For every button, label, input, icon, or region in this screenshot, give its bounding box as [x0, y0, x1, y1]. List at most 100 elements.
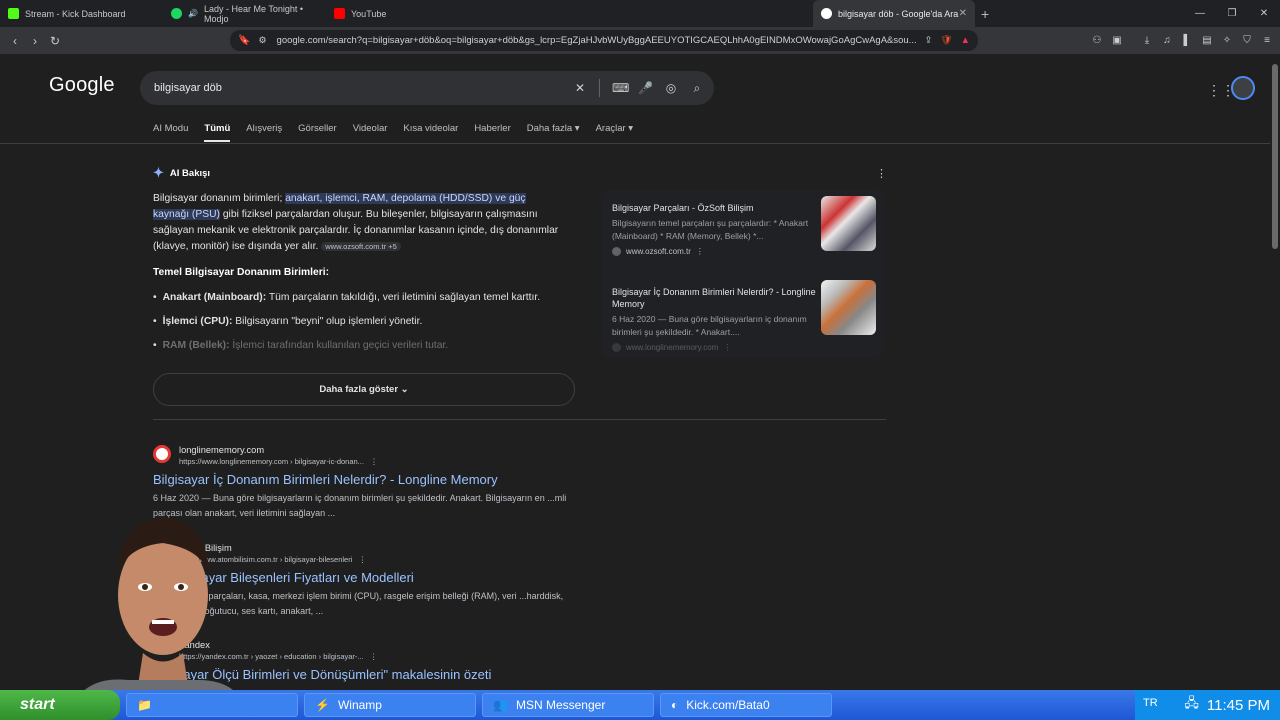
- site-info-icon[interactable]: ⚙: [258, 35, 266, 46]
- speaker-icon[interactable]: 🔊: [188, 9, 198, 18]
- close-window-icon[interactable]: ✕: [1248, 0, 1280, 27]
- msn-icon: 👥: [493, 698, 508, 712]
- tab-label: Stream - Kick Dashboard: [25, 8, 126, 19]
- extensions-bar: ⚇ ▣ ⤓ ♫ ▌ ▤ ✧ ⛉ ≡: [1090, 30, 1274, 51]
- scrollbar[interactable]: [1270, 54, 1280, 690]
- site-icon: [612, 247, 621, 256]
- more-options-icon[interactable]: ⋮: [723, 343, 731, 352]
- google-icon: [821, 8, 832, 19]
- tab-youtube[interactable]: YouTube: [326, 0, 489, 27]
- more-options-icon[interactable]: ⋮: [696, 247, 704, 256]
- source-chip[interactable]: www.ozsoft.com.tr +5: [321, 242, 401, 251]
- new-tab-icon[interactable]: +: [981, 6, 989, 22]
- tab-google[interactable]: bilgisayar döb - Google'da Ara ✕: [813, 0, 975, 27]
- download-icon[interactable]: ⤓: [1140, 30, 1154, 51]
- search-icon[interactable]: ⌕: [690, 81, 704, 96]
- filter-ai-mode[interactable]: AI Modu: [153, 123, 188, 142]
- music-icon[interactable]: ♫: [1160, 30, 1174, 51]
- tab-label: bilgisayar döb - Google'da Ara: [838, 8, 959, 19]
- taskbar-item-msn[interactable]: 👥 MSN Messenger: [482, 693, 654, 717]
- network-icon[interactable]: 🖧: [1184, 694, 1199, 716]
- search-input[interactable]: bilgisayar döb: [154, 82, 222, 94]
- site-name: longlinememory.com: [179, 445, 265, 455]
- start-button[interactable]: start: [0, 690, 120, 720]
- kick-icon: [8, 8, 19, 19]
- wallet-icon[interactable]: ▤: [1200, 30, 1214, 51]
- restore-icon[interactable]: ❐: [1216, 0, 1248, 27]
- list-item: Anakart (Mainboard): Tüm parçaların takı…: [153, 292, 583, 316]
- folder-icon: 📁: [137, 698, 152, 712]
- more-options-icon[interactable]: ⋮: [354, 555, 367, 564]
- ai-list: Anakart (Mainboard): Tüm parçaların takı…: [153, 292, 583, 364]
- site-url: https://www.longlinememory.com › bilgisa…: [179, 457, 378, 466]
- url-text: google.com/search?q=bilgisayar+döb&oq=bi…: [276, 35, 917, 46]
- clock[interactable]: 11:45 PM: [1207, 697, 1270, 714]
- card-snippet: Bilgisayarın temel parçaları şu parçalar…: [612, 218, 809, 241]
- source-card[interactable]: Bilgisayar Parçaları - ÖzSoft Bilişim Bi…: [612, 196, 877, 256]
- tab-label: Lady - Hear Me Tonight • Modjo: [203, 3, 304, 24]
- divider: [153, 419, 886, 420]
- search-filters: AI Modu Tümü Alışveriş Görseller Videola…: [153, 123, 649, 142]
- menu-icon[interactable]: ≡: [1260, 30, 1274, 51]
- site-favicon-icon: [153, 445, 171, 463]
- close-tab-icon[interactable]: ✕: [959, 8, 967, 19]
- spotify-icon: [171, 8, 182, 19]
- filter-tools[interactable]: Araçlar ▾: [596, 123, 634, 142]
- address-bar[interactable]: 🔖 ⚙ google.com/search?q=bilgisayar+döb&o…: [230, 30, 978, 51]
- microphone-icon[interactable]: 🎤: [638, 81, 653, 95]
- google-logo[interactable]: Google: [49, 74, 115, 97]
- window-controls: — ❐ ✕: [1184, 0, 1280, 27]
- more-options-icon[interactable]: ⋮: [366, 652, 378, 661]
- filter-more[interactable]: Daha fazla ▾: [527, 123, 580, 142]
- card-snippet: 6 Haz 2020 — Buna göre bilgisayarların i…: [612, 314, 807, 337]
- more-options-icon[interactable]: ⋮: [876, 167, 887, 180]
- tab-spotify[interactable]: 🔊 Lady - Hear Me Tonight • Modjo: [163, 0, 326, 27]
- filter-short-videos[interactable]: Kısa videolar: [403, 123, 458, 142]
- filter-images[interactable]: Görseller: [298, 123, 337, 142]
- minimize-icon[interactable]: —: [1184, 0, 1216, 27]
- search-box[interactable]: bilgisayar döb ✕ ⌨ 🎤 ◎ ⌕: [140, 71, 714, 105]
- more-options-icon[interactable]: ⋮: [366, 457, 378, 466]
- language-indicator[interactable]: TR: [1143, 697, 1158, 709]
- card-thumbnail: [821, 280, 876, 335]
- filter-news[interactable]: Haberler: [474, 123, 510, 142]
- sidebar-icon[interactable]: ▌: [1180, 30, 1194, 51]
- streamer-webcam: [68, 517, 248, 720]
- reload-icon[interactable]: ↻: [45, 34, 65, 48]
- forward-icon[interactable]: ›: [25, 34, 45, 48]
- filter-all[interactable]: Tümü: [204, 123, 231, 142]
- brave-shield-icon[interactable]: 🛡: [941, 35, 953, 46]
- browser-window: Stream - Kick Dashboard 🔊 Lady - Hear Me…: [0, 0, 1280, 720]
- lens-icon[interactable]: ◎: [664, 81, 678, 95]
- taskbar-item-kick[interactable]: ◐ Kick.com/Bata0: [660, 693, 832, 717]
- avatar[interactable]: [1231, 76, 1255, 100]
- list-item: İşlemci (CPU): Bilgisayarın "beyni" olup…: [153, 316, 583, 340]
- ai-subheading: Temel Bilgisayar Donanım Birimleri:: [153, 267, 330, 278]
- bookmark-icon[interactable]: 🔖: [238, 35, 250, 46]
- tab-label: YouTube: [351, 8, 387, 19]
- ai-text: Bilgisayar donanım birimleri;: [153, 193, 286, 204]
- show-more-button[interactable]: Daha fazla göster ⌄: [153, 373, 575, 406]
- leo-ai-icon[interactable]: ✧: [1220, 30, 1234, 51]
- filter-videos[interactable]: Videolar: [353, 123, 388, 142]
- vpn-icon[interactable]: ⛉: [1240, 30, 1254, 51]
- taskbar-item-winamp[interactable]: ⚡ Winamp: [304, 693, 476, 717]
- nav-bar: ‹ › ↻ 🔖 ⚙ google.com/search?q=bilgisayar…: [0, 27, 1280, 54]
- back-icon[interactable]: ‹: [5, 34, 25, 48]
- card-title: Bilgisayar Parçaları - ÖzSoft Bilişim: [612, 203, 754, 213]
- clear-icon[interactable]: ✕: [573, 81, 587, 95]
- scrollbar-thumb[interactable]: [1272, 64, 1278, 249]
- winamp-icon: ⚡: [315, 698, 330, 712]
- share-icon[interactable]: ⇪: [925, 35, 933, 46]
- brave-rewards-icon[interactable]: ▲: [961, 35, 970, 46]
- extensions-icon[interactable]: ⚇: [1090, 30, 1104, 51]
- source-card[interactable]: Bilgisayar İç Donanım Birimleri Nelerdir…: [612, 280, 877, 352]
- site-icon: [612, 343, 621, 352]
- list-item: RAM (Bellek): İşlemci tarafından kullanı…: [153, 340, 583, 364]
- keyboard-icon[interactable]: ⌨: [612, 81, 629, 95]
- screenshot-icon[interactable]: ▣: [1110, 30, 1124, 51]
- filter-shopping[interactable]: Alışveriş: [246, 123, 282, 142]
- tab-kick[interactable]: Stream - Kick Dashboard: [0, 0, 163, 27]
- result-title-link[interactable]: Bilgisayar İç Donanım Birimleri Nelerdir…: [153, 472, 573, 487]
- taskbar-item-folder[interactable]: 📁: [126, 693, 298, 717]
